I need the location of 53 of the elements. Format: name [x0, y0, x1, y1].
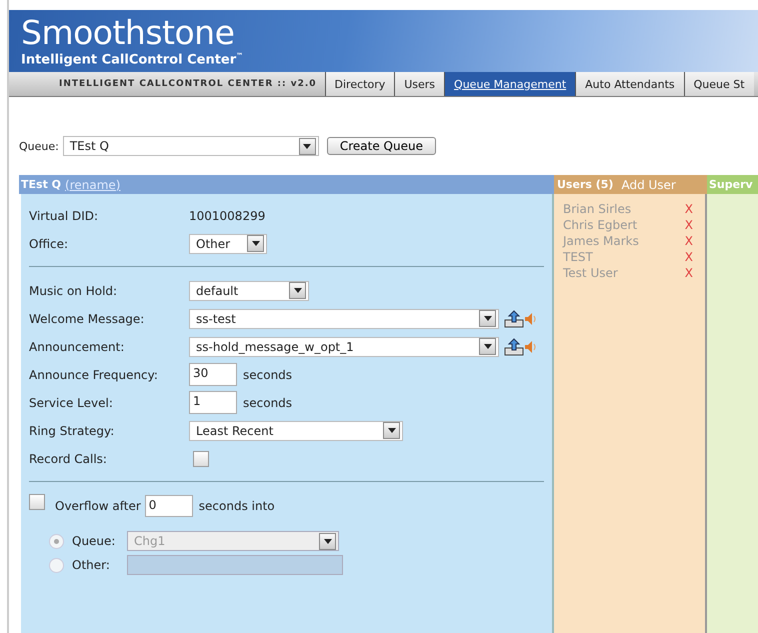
field-label: Office: — [29, 236, 70, 250]
field-label: Ring Strategy: — [29, 424, 116, 438]
nav-tab[interactable]: Auto Attendants — [575, 72, 684, 96]
number-field[interactable]: 30 — [189, 363, 237, 386]
field-label: Virtual DID: — [29, 208, 100, 222]
option-label: Other: — [72, 558, 111, 572]
product-label: INTELLIGENT CALLCONTROL CENTER :: v2.0 — [58, 78, 318, 91]
checkbox[interactable] — [193, 450, 209, 466]
nav-tab[interactable]: Queue Management — [444, 72, 576, 96]
supervisors-title: Superv — [709, 178, 753, 191]
field-label: Announcement: — [29, 340, 126, 354]
dropdown-field[interactable]: ss-test — [189, 308, 499, 328]
dropdown-field[interactable]: Least Recent — [189, 420, 403, 440]
upload-icon[interactable] — [504, 310, 524, 328]
option-label: Queue: — [72, 534, 116, 548]
logo-title: Smoothstone — [21, 16, 234, 49]
upload-icon[interactable] — [504, 338, 524, 356]
user-name: Chris Egbert — [563, 218, 638, 232]
nav-tab[interactable]: Users — [394, 72, 444, 96]
field-label: Announce Frequency: — [29, 368, 159, 382]
dropdown-caret-icon[interactable] — [383, 422, 400, 439]
nav-tab[interactable]: Queue St — [684, 72, 754, 96]
unit-label: seconds — [243, 396, 292, 410]
dropdown-field[interactable]: TEst Q — [62, 136, 319, 156]
field-label: Welcome Message: — [29, 312, 146, 326]
overflow-suffix: seconds into — [198, 498, 275, 512]
field-label: Service Level: — [29, 396, 114, 410]
user-name: James Marks — [563, 234, 639, 248]
panel-title: TEst Q — [21, 178, 62, 191]
queue-label: Queue: — [19, 140, 59, 152]
dropdown-caret-icon[interactable] — [479, 338, 496, 355]
unit-label: seconds — [243, 368, 292, 382]
create-queue-button[interactable]: Create Queue — [326, 137, 436, 155]
dropdown-caret-icon[interactable] — [479, 310, 496, 327]
dropdown-field[interactable]: ss-hold_message_w_opt_1 — [189, 336, 499, 356]
checkbox[interactable] — [29, 494, 45, 510]
field-label: Record Calls: — [29, 452, 108, 466]
user-name: Test User — [563, 266, 618, 280]
field-value: 1001008299 — [189, 208, 266, 222]
number-field[interactable]: 0 — [144, 494, 193, 516]
dropdown-caret-icon[interactable] — [289, 282, 306, 299]
logo-subtitle: Intelligent CallControl Center$^{™}$ — [21, 51, 244, 68]
dropdown-field[interactable]: default — [189, 280, 309, 300]
number-field[interactable]: 1 — [189, 391, 237, 414]
dropdown-caret-icon[interactable] — [247, 235, 264, 252]
dropdown-field[interactable]: Other — [189, 234, 267, 254]
overflow-label: Overflow after — [55, 498, 141, 512]
field-label: Music on Hold: — [29, 284, 118, 298]
user-name: TEST — [563, 250, 593, 264]
user-name: Brian Sirles — [563, 202, 632, 216]
dropdown-caret-icon[interactable] — [298, 138, 316, 154]
users-title: Users (5) — [557, 178, 614, 191]
nav-tab[interactable]: Directory — [324, 72, 394, 96]
